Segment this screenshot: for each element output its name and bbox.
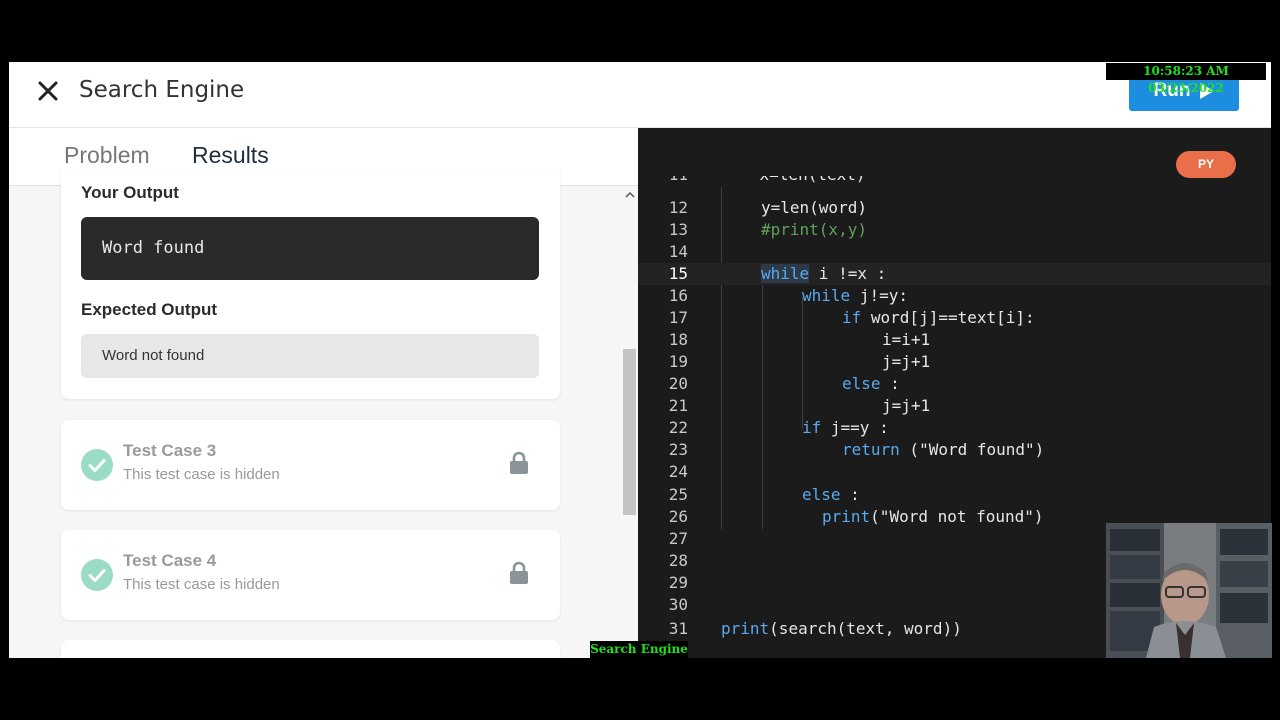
line-number: 29 [668, 573, 688, 592]
webcam-presenter-image [1106, 523, 1272, 658]
code-text: i=i+1 [882, 330, 931, 349]
code-text: else : [842, 374, 900, 393]
code-text: if j==y : [802, 418, 889, 437]
scroll-up-icon[interactable] [625, 190, 635, 200]
test-case-title: Test Case 4 [123, 551, 217, 570]
code-text: while j!=y: [802, 286, 908, 305]
code-line[interactable]: 24 [638, 461, 1271, 483]
close-icon[interactable] [35, 78, 61, 104]
check-circle-icon [81, 559, 113, 591]
code-line-active[interactable]: 15 while i !=x : [638, 263, 1271, 285]
recording-caption: Search Engine [590, 641, 688, 658]
code-line[interactable]: 19 j=j+1 [638, 351, 1271, 373]
code-text: j=j+1 [882, 352, 931, 371]
line-number: 15 [668, 264, 688, 283]
recording-timestamp: 10:58:23 AM 03/23/2022 [1106, 63, 1266, 95]
code-text: print(search(text, word)) [721, 619, 962, 638]
code-comment: #print(x,y) [761, 220, 867, 239]
test-case-subtitle: This test case is hidden [123, 466, 280, 483]
test-case-subtitle: This test case is hidden [123, 576, 280, 593]
test-case-3[interactable]: Test Case 3 This test case is hidden [61, 420, 560, 510]
line-number: 24 [668, 462, 688, 481]
code-text: y=len(word) [761, 198, 867, 217]
code-text: return ("Word found") [842, 440, 1045, 459]
code-text: j=j+1 [882, 396, 931, 415]
code-line[interactable]: 21 j=j+1 [638, 395, 1271, 417]
code-line[interactable]: 12 y=len(word) [638, 197, 1271, 219]
code-line[interactable]: 23 return ("Word found") [638, 439, 1271, 461]
code-line[interactable]: 25 else : [638, 484, 1271, 506]
code-text: if word[j]==text[i]: [842, 308, 1035, 327]
line-number: 13 [668, 220, 688, 239]
code-text: while i !=x : [761, 264, 887, 283]
lock-icon [509, 451, 529, 475]
code-line-partial: 11 x=len(text) [638, 176, 1271, 187]
lock-icon [509, 561, 529, 585]
code-line[interactable]: 13 #print(x,y) [638, 219, 1271, 241]
test-case-title: Test Case 3 [123, 441, 217, 460]
your-output-value: Word found [81, 217, 539, 280]
line-number: 14 [668, 242, 688, 261]
expected-output-label: Expected Output [81, 300, 218, 319]
line-number: 31 [668, 619, 688, 638]
language-badge[interactable]: PY [1176, 151, 1236, 178]
code-line[interactable]: 20 else : [638, 373, 1271, 395]
line-number: 16 [668, 286, 688, 305]
line-number: 22 [668, 418, 688, 437]
your-output-label: Your Output [81, 183, 179, 202]
line-number: 17 [668, 308, 688, 327]
webcam-overlay [1106, 523, 1272, 658]
line-number: 23 [668, 440, 688, 459]
check-circle-icon [81, 449, 113, 481]
line-number: 30 [668, 595, 688, 614]
top-bar: Search Engine Run [9, 62, 1271, 128]
line-number: 18 [668, 330, 688, 349]
line-number: 20 [668, 374, 688, 393]
line-number: 12 [668, 198, 688, 217]
line-number: 26 [668, 507, 688, 526]
app-window: Search Engine Run Problem Results Your O… [9, 62, 1271, 658]
line-number: 25 [668, 485, 688, 504]
results-scrollbar[interactable] [621, 186, 638, 658]
line-number: 28 [668, 551, 688, 570]
code-line[interactable]: 22 if j==y : [638, 417, 1271, 439]
expected-output-value: Word not found [81, 334, 539, 378]
scrollbar-thumb[interactable] [623, 349, 636, 515]
results-panel: Problem Results Your Output Word found E… [9, 129, 638, 658]
code-line[interactable]: 14 [638, 241, 1271, 263]
line-number: 21 [668, 396, 688, 415]
test-case-4[interactable]: Test Case 4 This test case is hidden [61, 530, 560, 620]
code-text: else : [802, 485, 860, 504]
code-text: print("Word not found") [822, 507, 1044, 526]
code-line[interactable]: 16 while j!=y: [638, 285, 1271, 307]
line-number: 27 [668, 529, 688, 548]
test-case-next-partial [61, 640, 560, 658]
output-comparison-card: Your Output Word found Expected Output W… [61, 169, 560, 399]
tab-problem[interactable]: Problem [64, 142, 150, 169]
page-title: Search Engine [79, 77, 245, 103]
tab-results[interactable]: Results [192, 142, 269, 169]
code-line[interactable]: 18 i=i+1 [638, 329, 1271, 351]
code-line[interactable]: 17 if word[j]==text[i]: [638, 307, 1271, 329]
line-number: 19 [668, 352, 688, 371]
